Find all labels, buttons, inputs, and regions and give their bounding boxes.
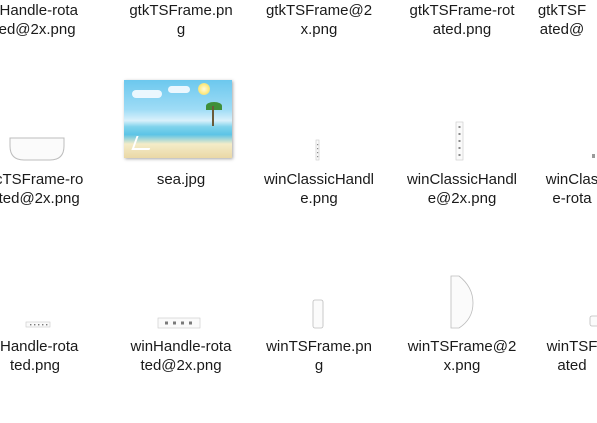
file-item[interactable]: gtkTSFrame.pn g <box>116 1 246 41</box>
file-item[interactable]: kHandle-rota ted@2x.png <box>0 1 100 41</box>
file-name: acTSFrame-roated@2x.png <box>0 171 84 207</box>
file-item[interactable]: gtkTSFrame-rot ated.png <box>397 1 527 41</box>
file-name: gtkTSFrame.pn g <box>129 2 233 38</box>
file-icon-grid: kHandle-rota ted@2x.png gtkTSFrame.pn g gt… <box>0 0 597 423</box>
file-name: gtkTSFrame@2 x.png <box>265 2 373 38</box>
file-item[interactable]: gtkTSFrame@2 x.png <box>254 1 384 41</box>
file-item[interactable]: winHandle-rota ted@2x.png <box>116 255 246 390</box>
file-name: winClas e-rota <box>545 171 597 207</box>
file-item[interactable]: winTSFrame.pn g <box>254 255 384 390</box>
file-item[interactable]: sea.jpg <box>116 78 246 213</box>
file-item[interactable]: winTSFrame@2 x.png <box>397 255 527 390</box>
file-name: gtkTSF ated@ <box>537 2 587 38</box>
file-name: sea.jpg <box>156 171 206 188</box>
file-item[interactable]: winClas e-rota <box>530 78 597 213</box>
file-name: winTSFrame.pn g <box>266 338 372 374</box>
file-name: gtkTSFrame-rot ated.png <box>409 2 515 38</box>
classic-handle-icon <box>254 78 384 178</box>
tab-frame-rotated-icon <box>0 78 100 178</box>
file-item[interactable]: winTSF ated <box>540 255 597 390</box>
file-name: winClassicHandl e.png <box>263 171 375 207</box>
handle-icon <box>530 78 597 178</box>
file-name: winTSFrame@2 x.png <box>407 338 517 374</box>
file-name: kHandle-rota ted@2x.png <box>0 2 78 38</box>
file-item[interactable]: winClassicHandl e.png <box>254 78 384 213</box>
file-item[interactable]: nHandle-rota ted.png <box>0 255 100 390</box>
file-item[interactable]: gtkTSF ated@ <box>510 1 597 41</box>
file-name: nHandle-rota ted.png <box>0 338 79 374</box>
classic-handle-2x-icon <box>397 78 527 178</box>
file-item[interactable]: acTSFrame-roated@2x.png <box>0 78 100 213</box>
sea-image-thumbnail <box>116 78 246 178</box>
file-name: winTSF ated <box>546 338 597 374</box>
file-name: winClassicHandl e@2x.png <box>406 171 518 207</box>
file-name: winHandle-rota ted@2x.png <box>130 338 232 374</box>
file-item[interactable]: winClassicHandl e@2x.png <box>397 78 527 213</box>
